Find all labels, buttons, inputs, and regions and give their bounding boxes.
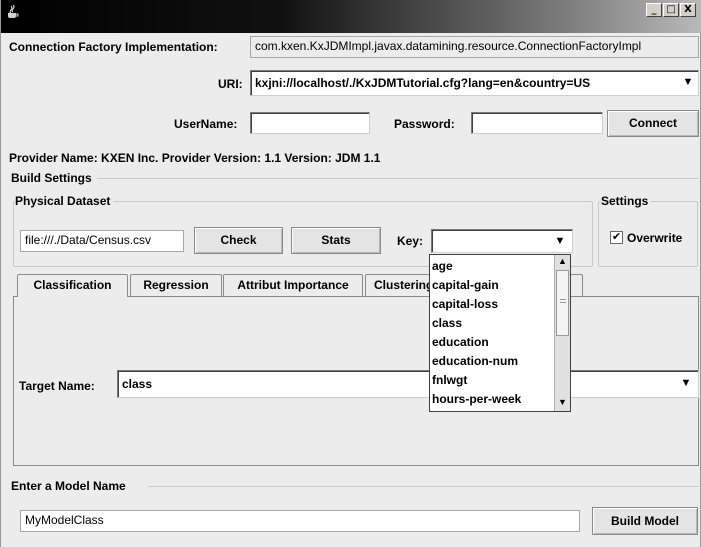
model-name-title: Enter a Model Name [11,479,126,493]
model-name-input[interactable]: MyModelClass [20,510,580,532]
minimize-button[interactable]: _ [646,3,662,17]
dropdown-scrollbar[interactable]: ▲ ▼ [554,255,570,411]
scroll-thumb[interactable] [556,270,569,336]
uri-value: kxjni://localhost/./KxJDMTutorial.cfg?la… [255,76,591,90]
factory-label: Connection Factory Implementation: [9,40,218,54]
scroll-up-icon[interactable]: ▲ [558,256,567,266]
factory-field[interactable]: com.kxen.KxJDMImpl.javax.datamining.reso… [250,36,699,58]
chevron-down-icon[interactable]: ▼ [677,377,695,389]
build-settings-separator [97,178,698,179]
physical-dataset-title: Physical Dataset [15,194,114,208]
maximize-button[interactable]: □ [663,3,679,17]
chevron-down-icon[interactable]: ▼ [551,235,569,247]
overwrite-label: Overwrite [627,231,683,245]
build-model-button[interactable]: Build Model [592,507,698,535]
chevron-down-icon[interactable]: ▼ [679,76,697,88]
app-window: _ □ X Connection Factory Implementation:… [0,0,701,547]
password-input[interactable] [471,112,603,134]
username-label: UserName: [174,117,238,131]
scroll-down-icon[interactable]: ▼ [558,397,567,407]
model-name-separator [148,486,698,487]
key-label: Key: [397,234,424,248]
password-label: Password: [394,117,455,131]
overwrite-checkbox[interactable]: ✔ [610,231,623,244]
close-button[interactable]: X [680,3,696,17]
tab-regression[interactable]: Regression [130,274,222,296]
list-item[interactable]: age [432,259,453,273]
list-item[interactable]: education-num [432,354,518,368]
stats-button[interactable]: Stats [291,227,381,254]
list-item[interactable]: capital-gain [432,278,499,292]
java-coffee-cup-icon [5,4,21,20]
list-item[interactable]: fnlwgt [432,373,467,387]
username-input[interactable] [250,112,370,134]
connect-button[interactable]: Connect [607,110,699,137]
provider-info: Provider Name: KXEN Inc. Provider Versio… [9,151,381,165]
uri-combobox[interactable]: kxjni://localhost/./KxJDMTutorial.cfg?la… [250,70,699,96]
check-button[interactable]: Check [194,227,283,254]
key-dropdown-list[interactable]: age capital-gain capital-loss class educ… [429,254,571,412]
list-item[interactable]: education [432,335,489,349]
title-bar[interactable]: _ □ X [1,0,701,33]
dataset-file-field[interactable]: file:///./Data/Census.csv [20,230,184,252]
list-item[interactable]: class [432,316,462,330]
uri-label: URI: [218,77,243,91]
target-name-label: Target Name: [19,379,95,393]
settings-title: Settings [601,194,652,208]
list-item[interactable]: hours-per-week [432,392,521,406]
tab-clustering[interactable]: Clustering [365,274,435,296]
build-settings-title: Build Settings [11,171,92,185]
tab-classification[interactable]: Classification [17,274,128,297]
target-name-value: class [122,377,153,391]
target-name-combobox[interactable]: class [117,370,699,398]
tab-attribut-importance[interactable]: Attribut Importance [223,274,363,296]
list-item[interactable]: capital-loss [432,297,498,311]
